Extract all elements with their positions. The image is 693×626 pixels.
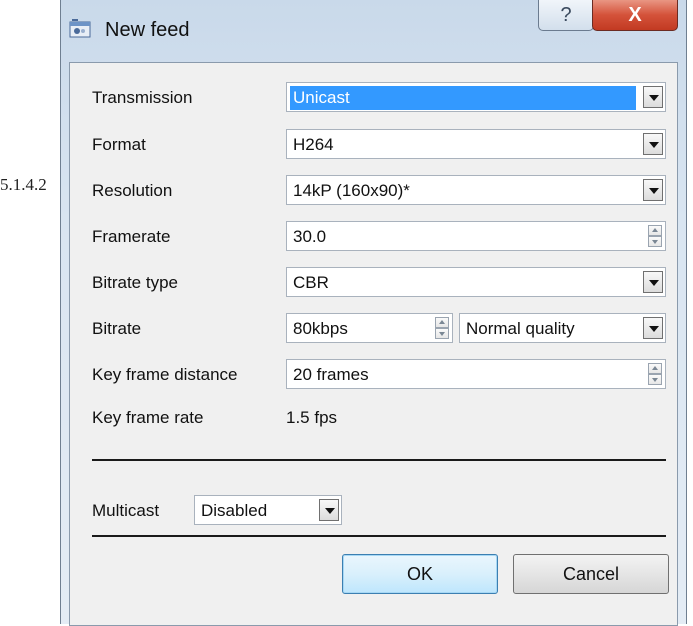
multicast-value: Disabled	[201, 501, 268, 520]
format-label: Format	[92, 135, 146, 154]
resolution-value: 14kP (160x90)*	[293, 181, 410, 200]
cancel-button[interactable]: Cancel	[513, 554, 669, 594]
bitrate-type-select[interactable]: CBR	[286, 267, 666, 297]
chevron-down-icon[interactable]	[643, 86, 663, 108]
new-feed-dialog: New feed ? X Transmission Unicast Format…	[60, 0, 687, 626]
help-button[interactable]: ?	[538, 0, 594, 31]
key-frame-distance-input[interactable]: 20 frames	[286, 359, 666, 389]
spinner-arrows-icon[interactable]	[648, 225, 662, 247]
chevron-down-icon[interactable]	[643, 133, 663, 155]
key-frame-rate-label: Key frame rate	[92, 408, 204, 427]
bitrate-value: 80kbps	[293, 319, 348, 338]
spinner-arrows-icon[interactable]	[435, 317, 449, 339]
chevron-down-icon[interactable]	[319, 499, 339, 521]
title-bar[interactable]: New feed ? X	[61, 0, 686, 62]
bitrate-label: Bitrate	[92, 319, 142, 338]
section-number: 5.1.4.2	[0, 175, 47, 194]
ok-button[interactable]: OK	[342, 554, 498, 594]
resolution-label: Resolution	[92, 181, 173, 200]
transmission-select[interactable]: Unicast	[286, 82, 666, 112]
bitrate-type-value: CBR	[293, 273, 329, 292]
format-select[interactable]: H264	[286, 129, 666, 159]
transmission-label: Transmission	[92, 88, 193, 107]
framerate-input[interactable]: 30.0	[286, 221, 666, 251]
close-button[interactable]: X	[592, 0, 678, 31]
chevron-down-icon[interactable]	[643, 271, 663, 293]
bitrate-input[interactable]: 80kbps	[286, 313, 453, 343]
quality-value: Normal quality	[466, 319, 575, 338]
transmission-value: Unicast	[290, 86, 636, 110]
multicast-label: Multicast	[92, 501, 160, 520]
divider	[92, 459, 666, 461]
multicast-select[interactable]: Disabled	[194, 495, 342, 525]
quality-select[interactable]: Normal quality	[459, 313, 666, 343]
key-frame-distance-label: Key frame distance	[92, 365, 238, 384]
key-frame-rate-value: 1.5 fps	[286, 408, 338, 427]
bitrate-type-label: Bitrate type	[92, 273, 178, 292]
framerate-value: 30.0	[293, 227, 327, 246]
key-frame-distance-value: 20 frames	[293, 365, 369, 384]
format-value: H264	[293, 135, 334, 154]
divider	[92, 535, 666, 537]
spinner-arrows-icon[interactable]	[648, 363, 662, 385]
window-title: New feed	[105, 19, 190, 41]
resolution-select[interactable]: 14kP (160x90)*	[286, 175, 666, 205]
chevron-down-icon[interactable]	[643, 317, 663, 339]
framerate-label: Framerate	[92, 227, 171, 246]
chevron-down-icon[interactable]	[643, 179, 663, 201]
feed-icon	[69, 18, 91, 38]
dialog-body: Transmission Unicast Format H264 Resolut…	[69, 62, 678, 626]
